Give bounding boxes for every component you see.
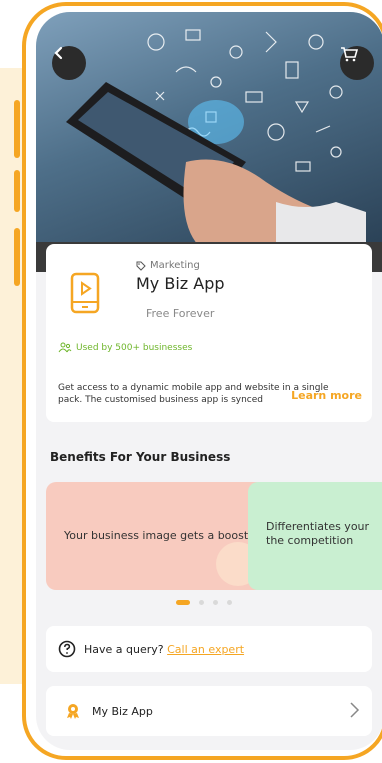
query-prefix: Have a query? (84, 642, 168, 656)
background-tab (14, 228, 20, 286)
pager-dot[interactable] (176, 600, 190, 605)
benefit-card[interactable]: Your business image gets a boost (46, 482, 266, 590)
cart-button[interactable] (340, 46, 374, 80)
usage-badge: Used by 500+ businesses (58, 342, 192, 353)
usage-label: Used by 500+ businesses (76, 342, 193, 353)
hero-image (36, 12, 382, 242)
benefit-card[interactable]: Differentiates your the competition (248, 482, 382, 590)
product-card: Marketing My Biz App Free Forever Used b… (46, 244, 372, 422)
chevron-right-icon (350, 702, 360, 718)
category: Marketing (136, 260, 200, 271)
carousel-pager[interactable] (176, 600, 232, 605)
biz-app-row[interactable]: My Biz App (46, 686, 372, 736)
category-label: Marketing (150, 260, 200, 271)
back-button[interactable] (52, 46, 86, 80)
mobile-app-icon (70, 272, 100, 314)
product-price: Free Forever (146, 307, 215, 320)
benefit-text: Your business image gets a boost (64, 529, 249, 542)
product-name: My Biz App (136, 274, 225, 293)
users-icon (58, 342, 72, 353)
query-card: Have a query? Call an expert (46, 626, 372, 672)
call-expert-link[interactable]: Call an expert (167, 643, 244, 656)
page: Marketing My Biz App Free Forever Used b… (0, 0, 382, 763)
biz-app-label: My Biz App (92, 704, 153, 718)
chevron-left-icon (54, 46, 63, 60)
background-tab (14, 170, 20, 212)
tag-icon (136, 261, 146, 271)
pager-dot[interactable] (213, 600, 218, 605)
phone-frame: Marketing My Biz App Free Forever Used b… (22, 2, 382, 760)
benefit-text: Differentiates your the competition (266, 520, 370, 547)
app-screen: Marketing My Biz App Free Forever Used b… (36, 12, 382, 750)
query-text: Have a query? Call an expert (84, 643, 244, 656)
background-tab (14, 100, 20, 158)
pager-dot[interactable] (227, 600, 232, 605)
badge-icon (67, 704, 79, 719)
pager-dot[interactable] (199, 600, 204, 605)
question-icon (58, 640, 76, 658)
cart-icon (341, 47, 358, 62)
learn-more-link[interactable]: Learn more (291, 389, 362, 402)
benefits-title: Benefits For Your Business (50, 450, 231, 464)
